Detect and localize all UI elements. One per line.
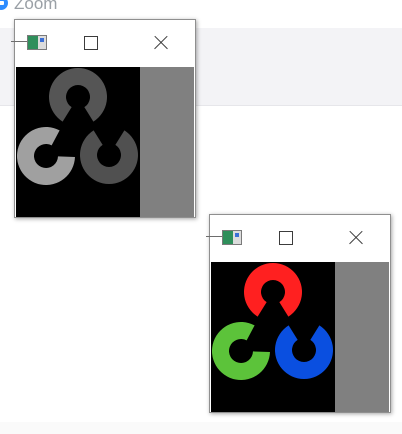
window-titlebar[interactable] — [206, 215, 390, 261]
opencv-logo-color — [211, 262, 389, 412]
image-padding — [335, 262, 389, 412]
opencv-logo-grayscale — [16, 67, 194, 217]
maximize-icon[interactable] — [277, 229, 295, 247]
zoom-bottom-strip — [0, 422, 402, 434]
zoom-app-title: Zoom — [14, 0, 58, 13]
maximize-icon[interactable] — [82, 34, 100, 52]
image-window-grayscale[interactable] — [11, 19, 196, 218]
image-window-color[interactable] — [206, 214, 391, 413]
logo-graphic — [16, 68, 138, 185]
zoom-header: Zoom — [0, 0, 402, 18]
logo-ring-left — [16, 127, 75, 185]
logo-ring-top — [244, 263, 302, 317]
close-icon[interactable] — [346, 228, 366, 248]
logo-graphic — [212, 263, 333, 380]
logo-ring-right — [275, 325, 333, 379]
image-padding — [140, 67, 194, 217]
logo-ring-right — [80, 130, 138, 184]
opencv-app-icon[interactable] — [222, 230, 242, 245]
window-handle-line — [206, 236, 222, 237]
window-titlebar[interactable] — [11, 20, 195, 66]
window-handle-line — [11, 41, 27, 42]
zoom-logo-icon[interactable] — [0, 0, 8, 10]
opencv-app-icon[interactable] — [27, 35, 47, 50]
close-icon[interactable] — [151, 33, 171, 53]
logo-ring-left — [212, 322, 270, 380]
logo-ring-top — [48, 68, 107, 122]
desktop: Zoom — [0, 0, 402, 434]
